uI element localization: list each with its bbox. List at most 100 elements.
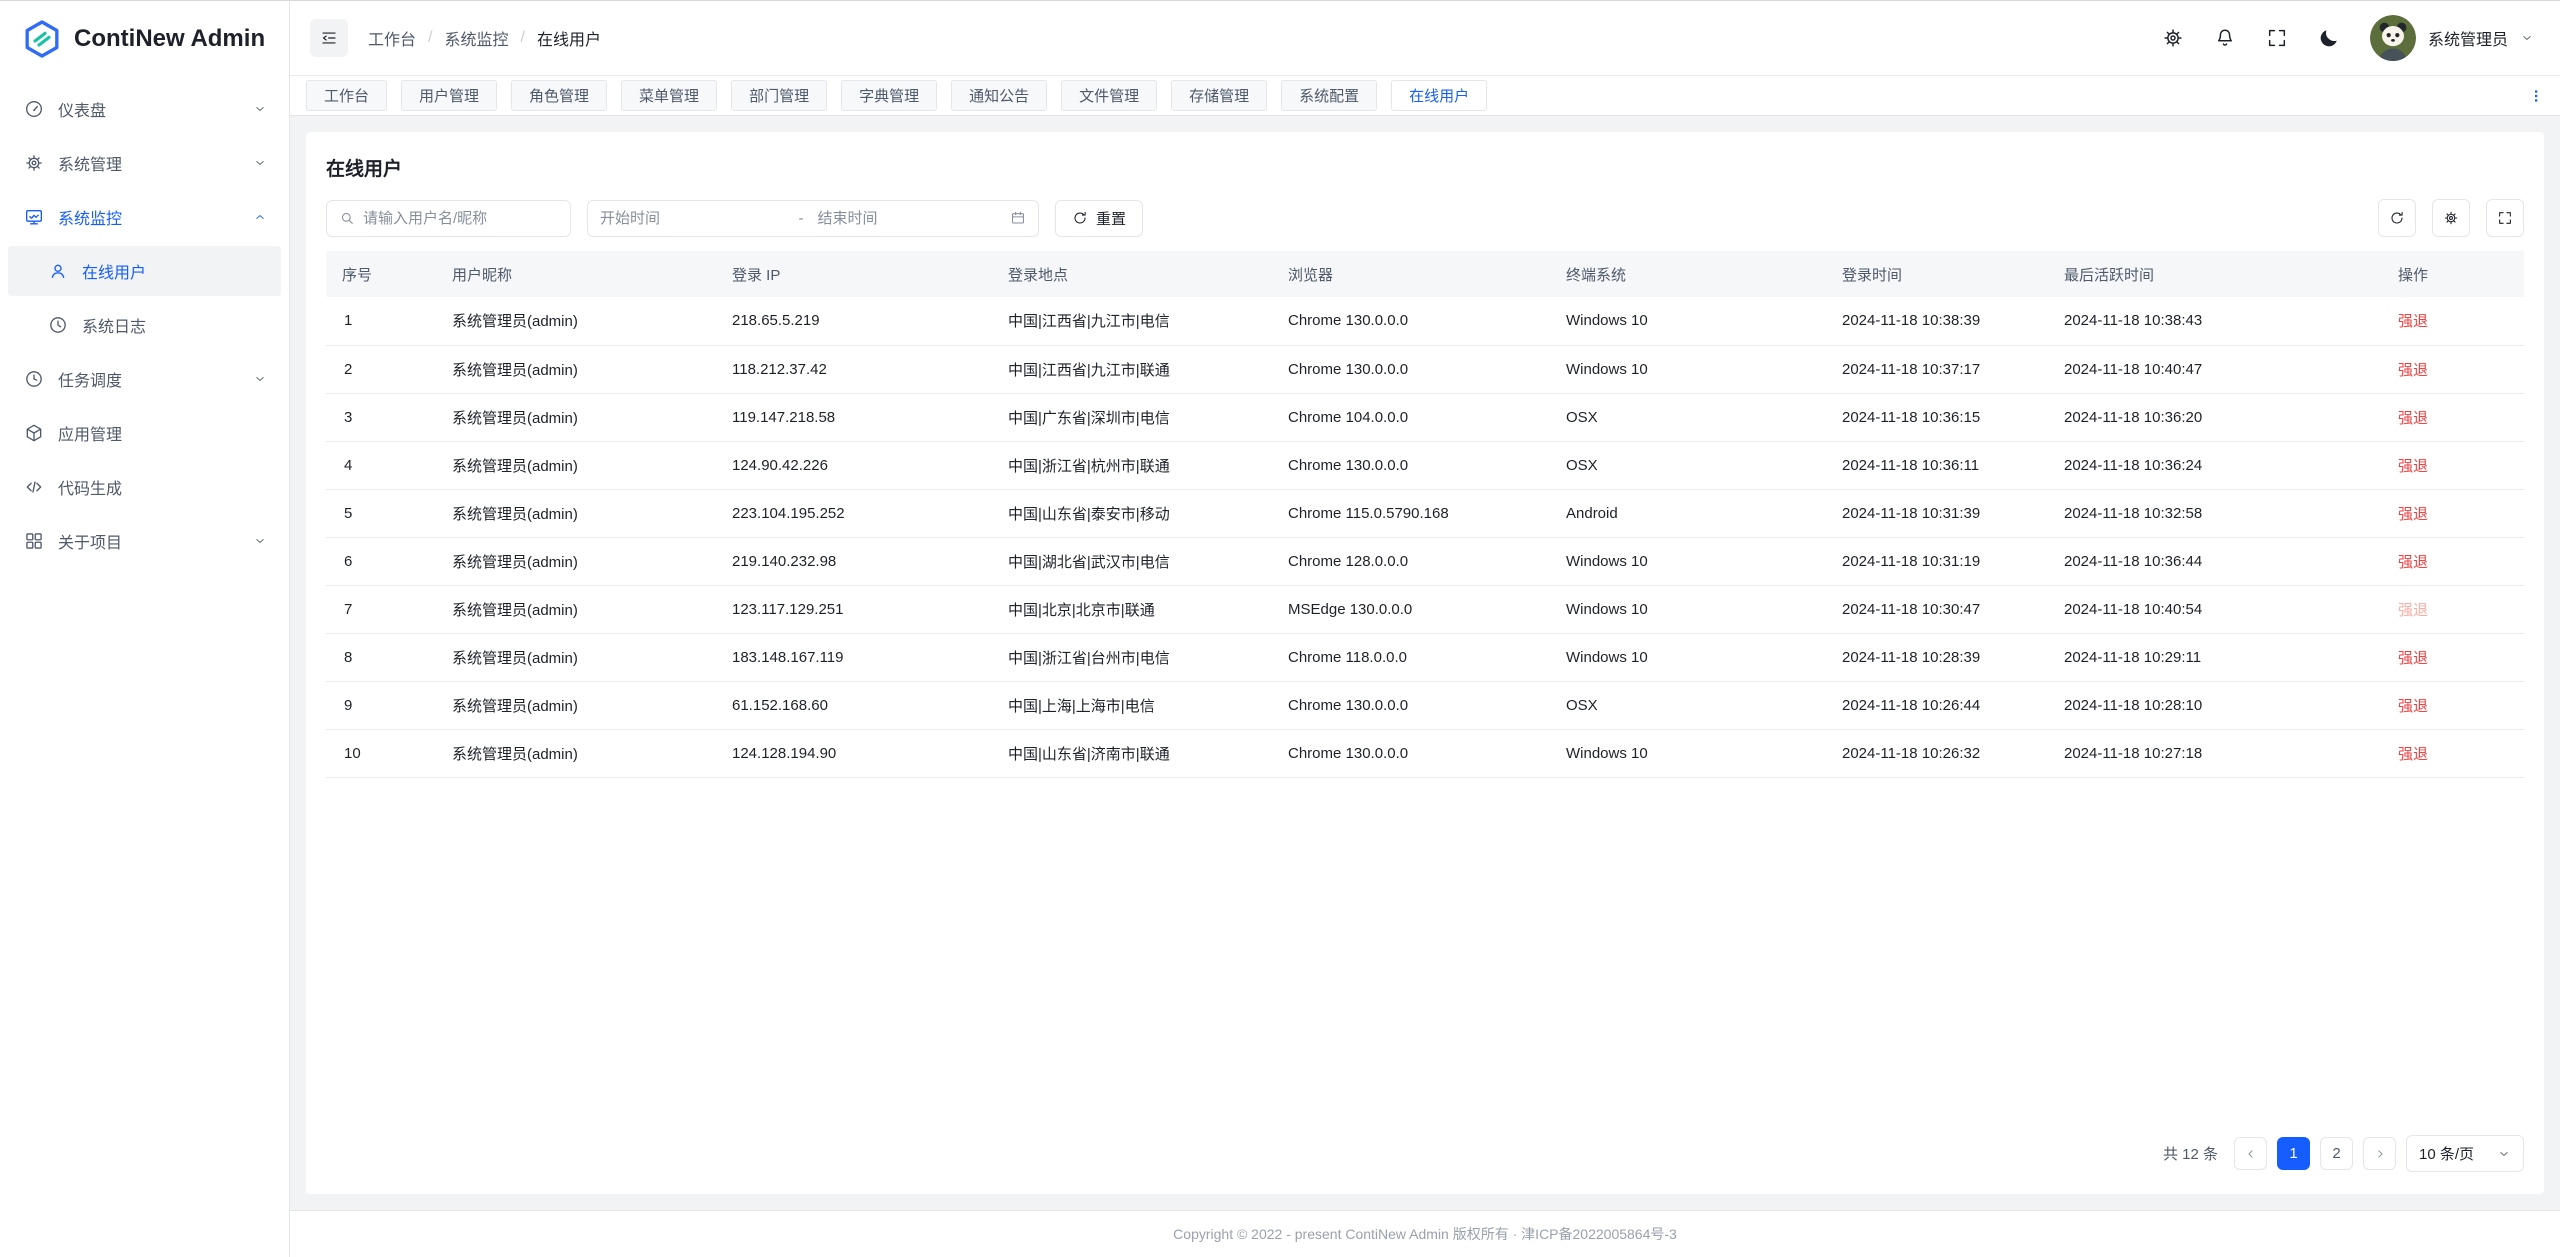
cell-login-location: 中国|北京|北京市|联通 (992, 585, 1272, 633)
cell-login-location: 中国|浙江省|台州市|电信 (992, 633, 1272, 681)
table-refresh-button[interactable] (2378, 199, 2416, 237)
column-header: 终端系统 (1550, 251, 1826, 297)
breadcrumb-item[interactable]: 工作台 (368, 26, 416, 50)
user-menu[interactable]: 系统管理员 (2370, 15, 2534, 61)
sidebar-collapse-button[interactable] (310, 19, 348, 57)
cell-login-ip: 119.147.218.58 (716, 393, 992, 441)
reset-button[interactable]: 重置 (1055, 200, 1143, 237)
page-button-1[interactable]: 1 (2277, 1137, 2310, 1170)
column-header: 登录地点 (992, 251, 1272, 297)
cell-os: Windows 10 (1550, 729, 1826, 777)
force-logout-link[interactable]: 强退 (2398, 746, 2428, 763)
notifications-button[interactable] (2214, 27, 2236, 49)
cell-login-time: 2024-11-18 10:26:44 (1826, 681, 2048, 729)
force-logout-link[interactable]: 强退 (2398, 698, 2428, 715)
tab-item[interactable]: 通知公告 (951, 80, 1047, 111)
sidebar-item-code-generation[interactable]: 代码生成 (8, 462, 281, 512)
force-logout-link[interactable]: 强退 (2398, 650, 2428, 667)
date-range-picker[interactable]: - (587, 200, 1039, 237)
page-size-select[interactable]: 10 条/页 (2406, 1135, 2524, 1172)
force-logout-link[interactable]: 强退 (2398, 313, 2428, 330)
column-header: 登录 IP (716, 251, 992, 297)
cell-os: Windows 10 (1550, 297, 1826, 345)
online-users-table: 序号 用户昵称 登录 IP 登录地点 浏览器 终端系统 登录时间 最后活跃时间 … (326, 251, 2524, 1117)
tab-item[interactable]: 字典管理 (841, 80, 937, 111)
cell-index: 2 (326, 345, 436, 393)
cell-last-active-time: 2024-11-18 10:36:44 (2048, 537, 2382, 585)
table-row: 3 系统管理员(admin) 119.147.218.58 中国|广东省|深圳市… (326, 393, 2524, 441)
force-logout-link[interactable]: 强退 (2398, 410, 2428, 427)
force-logout-link[interactable]: 强退 (2398, 554, 2428, 571)
tab-item[interactable]: 文件管理 (1061, 80, 1157, 111)
tab-item[interactable]: 工作台 (306, 80, 387, 111)
cell-os: Windows 10 (1550, 537, 1826, 585)
cell-browser: Chrome 130.0.0.0 (1272, 441, 1550, 489)
settings-button[interactable] (2162, 27, 2184, 49)
dashboard-icon (24, 99, 44, 119)
start-time-field[interactable] (600, 210, 785, 227)
cell-last-active-time: 2024-11-18 10:27:18 (2048, 729, 2382, 777)
app-logo[interactable]: ContiNew Admin (0, 1, 289, 76)
tab-item[interactable]: 菜单管理 (621, 80, 717, 111)
cell-os: Windows 10 (1550, 585, 1826, 633)
dark-mode-button[interactable] (2318, 27, 2340, 49)
table-settings-button[interactable] (2432, 199, 2470, 237)
tab-item[interactable]: 存储管理 (1171, 80, 1267, 111)
fullscreen-icon (2266, 27, 2288, 49)
table-fullscreen-button[interactable] (2486, 199, 2524, 237)
table-row: 5 系统管理员(admin) 223.104.195.252 中国|山东省|泰安… (326, 489, 2524, 537)
end-time-field[interactable] (818, 210, 1003, 227)
cell-last-active-time: 2024-11-18 10:28:10 (2048, 681, 2382, 729)
filter-bar: - 重置 (326, 199, 2524, 237)
gear-icon (2443, 210, 2459, 226)
next-page-button[interactable] (2363, 1137, 2396, 1170)
search-input[interactable] (326, 200, 571, 237)
page-button-2[interactable]: 2 (2320, 1137, 2353, 1170)
fullscreen-button[interactable] (2266, 27, 2288, 49)
sidebar-item-dashboard[interactable]: 仪表盘 (8, 84, 281, 134)
fullscreen-icon (2497, 210, 2513, 226)
cell-login-time: 2024-11-18 10:30:47 (1826, 585, 2048, 633)
online-users-card: 在线用户 - 重置 (306, 132, 2544, 1194)
chevron-down-icon (253, 102, 267, 116)
sidebar-item-task-schedule[interactable]: 任务调度 (8, 354, 281, 404)
force-logout-link[interactable]: 强退 (2398, 602, 2428, 619)
user-name: 系统管理员 (2428, 26, 2508, 50)
sidebar-item-system-monitor[interactable]: 系统监控 (8, 192, 281, 242)
cell-browser: Chrome 118.0.0.0 (1272, 633, 1550, 681)
sidebar-item-app-management[interactable]: 应用管理 (8, 408, 281, 458)
gear-icon (2162, 27, 2184, 49)
sidebar-item-about-project[interactable]: 关于项目 (8, 516, 281, 566)
tab-item[interactable]: 用户管理 (401, 80, 497, 111)
tab-item[interactable]: 角色管理 (511, 80, 607, 111)
force-logout-link[interactable]: 强退 (2398, 458, 2428, 475)
cell-nickname: 系统管理员(admin) (436, 729, 716, 777)
cell-index: 3 (326, 393, 436, 441)
cell-nickname: 系统管理员(admin) (436, 393, 716, 441)
tab-item[interactable]: 在线用户 (1391, 80, 1487, 111)
column-header: 操作 (2382, 251, 2524, 297)
force-logout-link[interactable]: 强退 (2398, 362, 2428, 379)
cell-browser: Chrome 130.0.0.0 (1272, 297, 1550, 345)
sidebar-item-online-users[interactable]: 在线用户 (8, 246, 281, 296)
cell-index: 4 (326, 441, 436, 489)
avatar (2370, 15, 2416, 61)
chevron-down-icon (2520, 31, 2534, 45)
cell-nickname: 系统管理员(admin) (436, 633, 716, 681)
cell-login-ip: 118.212.37.42 (716, 345, 992, 393)
tab-more-button[interactable] (2526, 86, 2546, 106)
tab-item[interactable]: 系统配置 (1281, 80, 1377, 111)
cell-login-location: 中国|山东省|泰安市|移动 (992, 489, 1272, 537)
sidebar-item-system-log[interactable]: 系统日志 (8, 300, 281, 350)
cell-login-time: 2024-11-18 10:31:19 (1826, 537, 2048, 585)
chevron-left-icon (2244, 1147, 2258, 1161)
search-field[interactable] (363, 210, 558, 227)
force-logout-link[interactable]: 强退 (2398, 506, 2428, 523)
previous-page-button[interactable] (2234, 1137, 2267, 1170)
moon-icon (2318, 27, 2340, 49)
breadcrumb-separator: / (520, 29, 524, 47)
breadcrumb-item[interactable]: 系统监控 (444, 26, 508, 50)
sidebar-item-system-management[interactable]: 系统管理 (8, 138, 281, 188)
sidebar-menu: 仪表盘 系统管理 系统监控 在线用户 系统日志 (0, 76, 289, 574)
tab-item[interactable]: 部门管理 (731, 80, 827, 111)
